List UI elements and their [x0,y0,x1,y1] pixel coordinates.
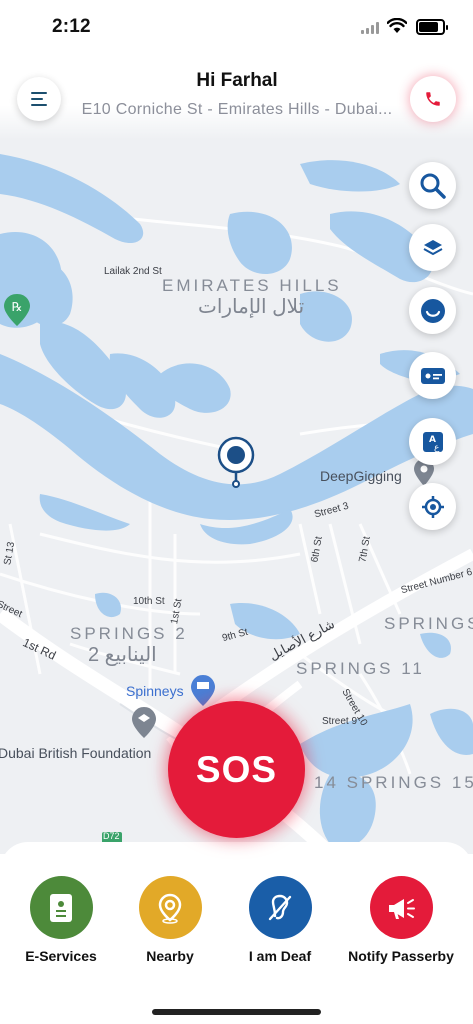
nav-notify-passerby[interactable]: Notify Passerby [338,876,464,964]
map-label[interactable]: DeepGigging [320,468,402,484]
current-address: E10 Corniche St - Emirates Hills - Dubai… [81,101,393,118]
map-label: Lailak 2nd St [104,266,162,277]
sos-label: SOS [195,748,278,790]
header [0,54,473,140]
menu-button[interactable] [17,77,61,121]
deaf-icon [268,894,292,920]
layers-icon [423,239,442,255]
nav-label: Notify Passerby [348,948,454,964]
search-icon [420,173,446,199]
school-pin-icon[interactable] [132,707,156,738]
deaf-circle[interactable] [248,876,312,939]
translate-button[interactable]: A ع [409,418,456,465]
status-bar: 2:12 [0,0,473,54]
map-label: SPRINGS 2 [70,624,188,643]
map-label[interactable]: Dubai British Foundation [0,745,151,761]
notify-circle[interactable] [369,876,433,939]
map-label: 14 SPRINGS 15 [314,773,473,792]
user-location-icon [217,436,255,488]
map-label: 10th St [133,596,165,607]
map-label: Street 9 [322,716,358,727]
nav-label: E-Services [25,948,97,964]
id-card-icon [420,367,445,384]
map-label: SPRINGS [384,614,473,633]
call-button[interactable] [410,76,456,122]
svg-text:ع: ع [434,443,440,453]
map-label[interactable]: Spinneys [126,683,184,699]
nav-e-services[interactable]: E-Services [2,876,120,964]
map-label: SPRINGS 11 [296,659,425,678]
id-card-button[interactable] [409,352,456,399]
location-pin-icon [158,893,182,924]
search-button[interactable] [409,162,456,209]
map-label: D72 [103,831,120,841]
sos-button[interactable]: SOS [168,701,305,838]
layers-button[interactable] [409,224,456,271]
feedback-button[interactable] [409,287,456,334]
map-label: الينابيع 2 [88,644,157,666]
greeting-title: Hi Farhal [196,70,278,91]
e-services-circle[interactable] [29,876,93,939]
megaphone-icon [389,898,415,919]
signal-icon [361,22,379,34]
phone-icon [426,92,440,106]
smile-icon [420,298,445,323]
nav-label: I am Deaf [248,948,312,964]
map-label: تلال الإمارات [198,296,305,318]
nearby-circle[interactable] [138,876,202,939]
wifi-icon [387,18,407,33]
nav-nearby[interactable]: Nearby [111,876,229,964]
status-time: 2:12 [52,16,91,37]
document-icon [50,893,72,922]
translate-icon: A ع [422,431,443,453]
recenter-button[interactable] [409,483,456,530]
menu-icon [31,92,47,106]
battery-icon [416,19,448,35]
nav-i-am-deaf[interactable]: I am Deaf [221,876,339,964]
nav-label: Nearby [146,948,194,964]
svg-text:℞: ℞ [12,300,23,314]
crosshair-icon [421,495,444,518]
map-label: EMIRATES HILLS [162,276,342,295]
home-indicator[interactable] [152,1009,321,1015]
